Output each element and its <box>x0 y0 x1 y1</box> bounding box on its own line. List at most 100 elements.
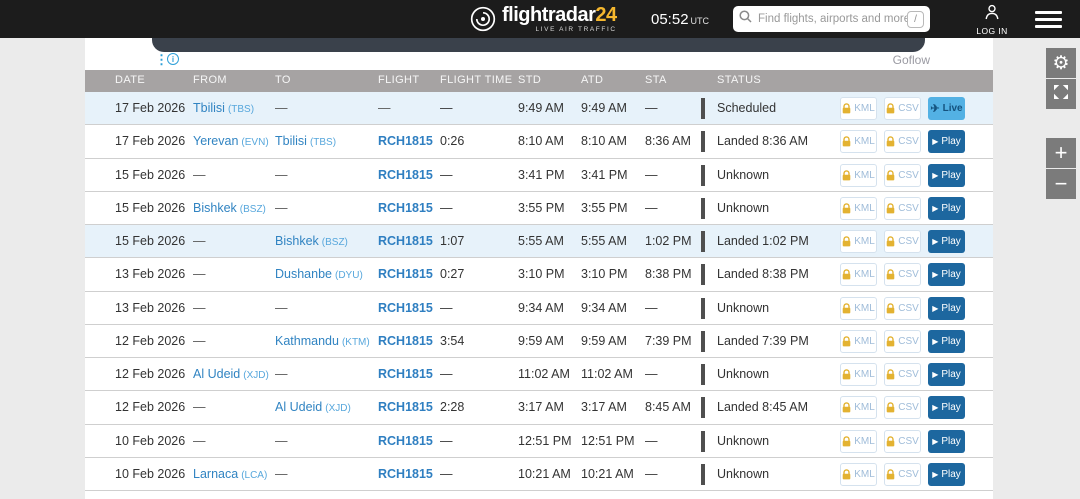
csv-download-button[interactable]: CSV <box>884 330 921 353</box>
to-airport-city[interactable]: Kathmandu <box>275 334 339 348</box>
from-airport-city[interactable]: Tbilisi <box>193 101 225 115</box>
flight-number-link[interactable]: RCH1815 <box>378 192 433 224</box>
kml-download-button[interactable]: KML <box>840 130 877 153</box>
sta-time: 8:38 PM <box>645 258 692 290</box>
login-button[interactable]: LOG IN <box>972 4 1012 36</box>
kml-download-button[interactable]: KML <box>840 230 877 253</box>
from-airport-city[interactable]: Bishkek <box>193 201 237 215</box>
info-icon[interactable]: i <box>167 53 179 65</box>
csv-download-button[interactable]: CSV <box>884 463 921 486</box>
play-button[interactable]: ▶Play <box>928 263 965 286</box>
to-airport-city[interactable]: Dushanbe <box>275 267 332 281</box>
kml-download-button[interactable]: KML <box>840 363 877 386</box>
kml-download-button[interactable]: KML <box>840 263 877 286</box>
from-airport: — <box>193 258 206 290</box>
to-airport-airport-code: (DYU) <box>335 270 363 281</box>
live-button[interactable]: ✈Live <box>928 97 965 120</box>
from-airport-link[interactable]: Bishkek(BSZ) <box>193 192 266 226</box>
to-airport-link[interactable]: Bishkek(BSZ) <box>275 225 348 259</box>
from-airport-link[interactable]: Tbilisi(TBS) <box>193 92 254 126</box>
flight-number-link[interactable]: RCH1815 <box>378 358 433 390</box>
from-airport-city[interactable]: Larnaca <box>193 467 238 481</box>
atd-time: 11:02 AM <box>581 358 633 390</box>
play-button[interactable]: ▶Play <box>928 197 965 220</box>
flight-number-link[interactable]: RCH1815 <box>378 325 433 357</box>
csv-download-button[interactable]: CSV <box>884 164 921 187</box>
flight-time: — <box>440 425 453 457</box>
csv-download-button[interactable]: CSV <box>884 197 921 220</box>
play-button[interactable]: ▶Play <box>928 330 965 353</box>
table-row: 12 Feb 2026—Kathmandu(KTM)RCH18153:549:5… <box>85 325 993 358</box>
csv-download-button[interactable]: CSV <box>884 430 921 453</box>
zoom-out-button[interactable]: − <box>1046 169 1076 199</box>
atd-time: 8:10 AM <box>581 125 627 157</box>
status-text: Landed 8:38 PM <box>717 258 809 290</box>
from-airport-city[interactable]: Al Udeid <box>193 367 240 381</box>
csv-download-button[interactable]: CSV <box>884 396 921 419</box>
csv-download-button[interactable]: CSV <box>884 297 921 320</box>
top-navigation-bar: flightradar24 LIVE AIR TRAFFIC 05:52UTC … <box>0 0 1080 38</box>
to-airport-city[interactable]: Al Udeid <box>275 400 322 414</box>
play-button[interactable]: ▶Play <box>928 363 965 386</box>
csv-download-button[interactable]: CSV <box>884 263 921 286</box>
flight-number-link[interactable]: RCH1815 <box>378 391 433 423</box>
play-button[interactable]: ▶Play <box>928 164 965 187</box>
csv-download-button[interactable]: CSV <box>884 130 921 153</box>
zoom-in-button[interactable]: + <box>1046 138 1076 168</box>
kml-download-button[interactable]: KML <box>840 197 877 220</box>
flight-date: 15 Feb 2026 <box>115 159 185 191</box>
csv-download-button[interactable]: CSV <box>884 97 921 120</box>
flight-number-link[interactable]: RCH1815 <box>378 125 433 157</box>
kml-download-button[interactable]: KML <box>840 164 877 187</box>
from-airport-airport-code: (EVN) <box>241 137 268 148</box>
atd-time: 9:34 AM <box>581 292 627 324</box>
flight-number-link[interactable]: RCH1815 <box>378 159 433 191</box>
status-text: Scheduled <box>717 92 776 124</box>
column-header-date: DATE <box>115 74 145 86</box>
play-icon: ▶ <box>932 171 938 180</box>
column-header-flight: FLIGHT <box>378 74 420 86</box>
play-button[interactable]: ▶Play <box>928 430 965 453</box>
settings-button[interactable]: ⚙ <box>1046 48 1076 78</box>
flightradar24-logo[interactable]: flightradar24 LIVE AIR TRAFFIC <box>470 5 617 37</box>
from-airport-link[interactable]: Larnaca(LCA) <box>193 458 267 492</box>
kml-download-button[interactable]: KML <box>840 330 877 353</box>
to-airport-link[interactable]: Dushanbe(DYU) <box>275 258 363 292</box>
search-input[interactable]: Find flights, airports and more / <box>733 6 930 32</box>
flight-number-link[interactable]: RCH1815 <box>378 258 433 290</box>
kml-download-button[interactable]: KML <box>840 297 877 320</box>
from-airport-city[interactable]: Yerevan <box>193 134 238 148</box>
play-button[interactable]: ▶Play <box>928 230 965 253</box>
play-icon: ▶ <box>932 370 938 379</box>
from-airport-airport-code: (XJD) <box>243 370 269 381</box>
csv-download-button[interactable]: CSV <box>884 230 921 253</box>
play-button[interactable]: ▶Play <box>928 463 965 486</box>
flight-number-link[interactable]: RCH1815 <box>378 458 433 490</box>
from-airport-airport-code: (TBS) <box>228 104 254 115</box>
atd-time: 3:17 AM <box>581 391 627 423</box>
to-airport-city[interactable]: Bishkek <box>275 234 319 248</box>
kml-download-button[interactable]: KML <box>840 430 877 453</box>
to-airport: — <box>275 159 288 191</box>
menu-icon[interactable] <box>1035 11 1062 28</box>
from-airport: — <box>193 225 206 257</box>
play-button[interactable]: ▶Play <box>928 396 965 419</box>
kml-download-button[interactable]: KML <box>840 463 877 486</box>
play-button[interactable]: ▶Play <box>928 130 965 153</box>
fullscreen-button[interactable] <box>1046 79 1076 109</box>
flight-number-link[interactable]: RCH1815 <box>378 225 433 257</box>
to-airport-link[interactable]: Kathmandu(KTM) <box>275 325 370 359</box>
csv-download-button[interactable]: CSV <box>884 363 921 386</box>
kml-download-button[interactable]: KML <box>840 97 877 120</box>
from-airport-link[interactable]: Yerevan(EVN) <box>193 125 269 159</box>
play-button[interactable]: ▶Play <box>928 297 965 320</box>
to-airport-link[interactable]: Tbilisi(TBS) <box>275 125 336 159</box>
kml-download-button[interactable]: KML <box>840 396 877 419</box>
status-text: Unknown <box>717 358 769 390</box>
to-airport-link[interactable]: Al Udeid(XJD) <box>275 391 351 425</box>
watermark-label: Goflow <box>893 53 930 67</box>
flight-number-link[interactable]: RCH1815 <box>378 292 433 324</box>
to-airport-city[interactable]: Tbilisi <box>275 134 307 148</box>
flight-number-link[interactable]: RCH1815 <box>378 425 433 457</box>
from-airport-link[interactable]: Al Udeid(XJD) <box>193 358 269 392</box>
